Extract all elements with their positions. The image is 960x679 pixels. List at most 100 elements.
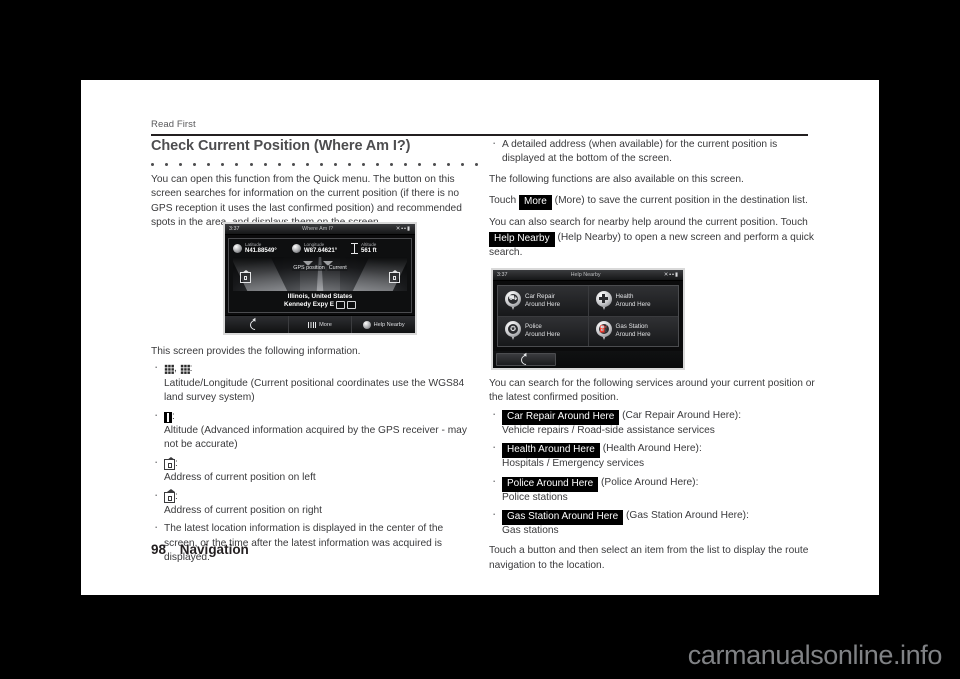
list-item: Police Around Here (Police Around Here):…: [489, 474, 816, 505]
list-item: : Address of current position on left: [151, 455, 478, 486]
header-rule: [151, 134, 808, 137]
screen-info-caption: This screen provides the following infor…: [151, 346, 361, 357]
nav-topbar: 3:37 Where Am I? ✕▪▪▮: [225, 224, 415, 235]
status-icons: ✕▪▪▮: [663, 272, 679, 278]
service-paren: (Police Around Here):: [601, 476, 699, 488]
left-info-list: , : Latitude/Longitude (Current position…: [151, 360, 478, 565]
gas-pump-icon: ⛽: [595, 321, 612, 341]
nav-bottom-bar: [493, 351, 683, 368]
list-item: Gas Station Around Here (Gas Station Aro…: [489, 507, 816, 538]
map-view[interactable]: GPS position Current: [233, 257, 407, 291]
back-arrow-icon: [518, 352, 534, 367]
address-line-2: Kennedy Expy E: [283, 301, 335, 308]
altitude-icon: [164, 411, 172, 423]
more-button[interactable]: More: [289, 316, 353, 333]
services-intro: You can search for the following service…: [489, 378, 815, 404]
home-left-icon: [164, 456, 175, 470]
road-shield-icon: [347, 301, 357, 309]
list-item: Health Around Here (Health Around Here):…: [489, 440, 816, 471]
manual-page: Read First Check Current Position (Where…: [81, 80, 879, 595]
list-item: A detailed address (when available) for …: [489, 136, 816, 167]
list-item-desc: A detailed address (when available) for …: [502, 139, 778, 165]
tile-gas-station[interactable]: ⛽ Gas Station Around Here: [588, 316, 678, 346]
service-key-health[interactable]: Health Around Here: [502, 443, 600, 459]
tile-car-repair[interactable]: ⛟ Car Repair Around Here: [498, 286, 588, 316]
tile-label-line1: Health: [615, 292, 634, 300]
service-desc: Hospitals / Emergency services: [502, 458, 645, 470]
functions-intro: The following functions are also availab…: [489, 173, 744, 185]
address-line-1: Illinois, United States: [287, 293, 353, 300]
service-paren: (Car Repair Around Here):: [622, 409, 742, 421]
tile-health[interactable]: Health Around Here: [588, 286, 678, 316]
list-item: : Altitude (Advanced information acquire…: [151, 408, 478, 453]
list-item-desc: Altitude (Advanced information acquired …: [164, 425, 467, 451]
keyboard-icon: [308, 321, 317, 328]
police-badge-icon: ✪: [505, 321, 521, 341]
more-key-label[interactable]: More: [519, 195, 552, 211]
altitude-cell: Altitude 561 ft: [351, 242, 407, 255]
service-key-police[interactable]: Police Around Here: [502, 476, 599, 492]
section-name: Navigation: [179, 542, 249, 557]
service-desc: Vehicle repairs / Road-side assistance s…: [502, 424, 715, 436]
service-paren: (Health Around Here):: [602, 443, 702, 455]
coordinates-row: Latitude N41.88549° Longitude W87.64621°: [229, 239, 411, 257]
longitude-value: W87.64621°: [304, 248, 338, 254]
tile-label-line2: Around Here: [525, 331, 561, 339]
address-left-icon[interactable]: [240, 269, 251, 283]
right-column-continued: You can search for the following service…: [489, 377, 816, 580]
help-nearby-key-label[interactable]: Help Nearby: [489, 231, 555, 247]
right-top-list: A detailed address (when available) for …: [489, 136, 816, 167]
tile-label-line1: Gas Station: [615, 323, 648, 331]
clock: 3:37: [497, 272, 508, 278]
altitude-value: 561 ft: [361, 248, 377, 254]
map-label-current: Current: [327, 265, 348, 272]
more-prefix: Touch: [489, 195, 517, 207]
health-cross-icon: [595, 290, 612, 311]
list-item: , : Latitude/Longitude (Current position…: [151, 360, 478, 405]
road-shield-icon: [336, 301, 346, 309]
watermark: carmanualsonline.info: [687, 640, 943, 670]
back-button[interactable]: [225, 316, 289, 333]
dotted-divider: [151, 160, 478, 168]
list-item: : Address of current position on right: [151, 488, 478, 519]
latlon-grid-icon: [179, 364, 190, 375]
map-label-gps: GPS position: [292, 265, 326, 272]
more-instruction: Touch More (More) to save the current po…: [489, 194, 816, 211]
nav-topbar: 3:37 Help Nearby ✕▪▪▮: [493, 270, 683, 281]
help-nearby-button[interactable]: Help Nearby: [352, 316, 415, 333]
service-key-car-repair[interactable]: Car Repair Around Here: [502, 409, 620, 425]
page-footer: 98 Navigation: [151, 542, 249, 557]
service-paren: (Gas Station Around Here):: [626, 510, 749, 522]
service-desc: Gas stations: [502, 525, 559, 537]
running-head: Read First: [151, 119, 196, 130]
more-suffix: (More) to save the current position in t…: [554, 195, 808, 207]
right-column: A detailed address (when available) for …: [489, 136, 816, 267]
list-item-desc: Latitude/Longitude (Current positional c…: [164, 377, 465, 404]
globe-icon: [233, 244, 242, 253]
back-arrow-icon: [247, 317, 262, 332]
help-intro: You can also search for nearby help arou…: [489, 217, 808, 229]
home-right-icon: [164, 489, 175, 503]
status-icons: ✕▪▪▮: [395, 226, 411, 232]
tile-label-line1: Police: [525, 323, 542, 331]
address-right-icon[interactable]: [389, 269, 400, 283]
clock: 3:37: [229, 226, 240, 232]
left-column-continued: This screen provides the following infor…: [151, 345, 478, 572]
back-button[interactable]: [496, 352, 556, 367]
screen-title: Where Am I?: [302, 226, 334, 232]
service-key-gas-station[interactable]: Gas Station Around Here: [502, 510, 624, 526]
services-list: Car Repair Around Here (Car Repair Aroun…: [489, 407, 816, 539]
list-item-desc: Address of current position on left: [164, 472, 316, 484]
page-title: Check Current Position (Where Am I?): [151, 138, 411, 154]
screenshot-help-nearby: 3:37 Help Nearby ✕▪▪▮ ⛟ Car Repair Aroun…: [491, 268, 685, 370]
altitude-icon: [351, 243, 358, 254]
service-desc: Police stations: [502, 491, 568, 503]
help-nearby-instruction: You can also search for nearby help arou…: [489, 216, 816, 260]
longitude-cell: Longitude W87.64621°: [292, 242, 348, 255]
address-block: Illinois, United States Kennedy Expy E: [229, 291, 411, 312]
closing-paragraph: Touch a button and then select an item f…: [489, 545, 809, 571]
more-label: More: [319, 321, 332, 328]
tile-police[interactable]: ✪ Police Around Here: [498, 316, 588, 346]
car-repair-icon: ⛟: [505, 290, 521, 311]
page-number: 98: [151, 542, 167, 557]
